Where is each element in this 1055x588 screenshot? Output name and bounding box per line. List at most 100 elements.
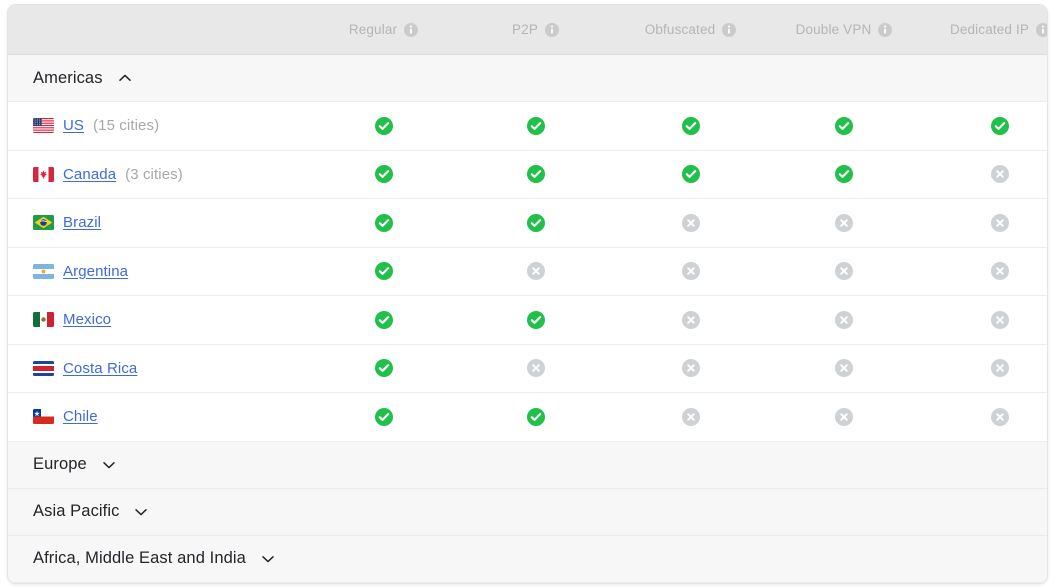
country-link[interactable]: Mexico — [63, 311, 111, 328]
status-available-icon — [374, 213, 393, 232]
status-cell — [613, 151, 768, 199]
status-cell — [309, 345, 458, 393]
status-available-icon — [526, 407, 545, 426]
status-cell — [768, 102, 920, 150]
status-cell — [458, 151, 613, 199]
status-available-icon — [526, 213, 545, 232]
section-header-europe[interactable]: Europe — [8, 441, 1047, 489]
table-body: Americas US (15 cities) Canada (3 cities… — [8, 55, 1047, 583]
status-cell — [613, 393, 768, 441]
status-unavailable-icon — [991, 165, 1009, 184]
city-count: (3 cities) — [125, 165, 183, 183]
status-available-icon — [681, 116, 700, 135]
chevron-down-icon[interactable] — [260, 551, 276, 567]
status-cell — [920, 393, 1047, 441]
status-cell — [768, 199, 920, 247]
column-header-regular: Regular — [309, 5, 458, 54]
status-unavailable-icon — [991, 359, 1009, 378]
status-cell — [768, 345, 920, 393]
country-link[interactable]: Costa Rica — [63, 360, 137, 377]
status-available-icon — [374, 262, 393, 281]
chevron-down-icon[interactable] — [101, 457, 117, 473]
status-cell — [458, 345, 613, 393]
status-cell — [920, 248, 1047, 296]
column-header-double-vpn: Double VPN — [768, 5, 920, 54]
status-cell — [309, 199, 458, 247]
flag-ar-icon — [33, 263, 54, 279]
server-feature-table: Regular P2P Obfuscated Double VPN Dedica… — [7, 4, 1048, 584]
status-available-icon — [526, 116, 545, 135]
status-available-icon — [681, 165, 700, 184]
info-icon[interactable] — [404, 22, 419, 37]
status-cell — [309, 151, 458, 199]
status-available-icon — [374, 116, 393, 135]
status-cell — [613, 199, 768, 247]
status-available-icon — [374, 165, 393, 184]
column-header-obfuscated: Obfuscated — [613, 5, 768, 54]
column-header-label: Regular — [348, 22, 398, 37]
table-row: Costa Rica — [8, 344, 1047, 393]
column-header-label: Dedicated IP — [949, 22, 1030, 37]
status-unavailable-icon — [991, 310, 1009, 329]
city-count: (15 cities) — [93, 117, 160, 135]
info-icon[interactable] — [544, 22, 559, 37]
flag-cl-icon — [33, 409, 54, 425]
status-unavailable-icon — [991, 407, 1009, 426]
column-header-label: P2P — [512, 22, 538, 37]
table-row: Chile — [8, 393, 1047, 442]
section-header-asia-pacific[interactable]: Asia Pacific — [8, 488, 1047, 536]
info-icon[interactable] — [1036, 22, 1048, 37]
status-cell — [768, 151, 920, 199]
status-available-icon — [835, 165, 853, 184]
flag-br-icon — [33, 215, 54, 231]
status-cell — [613, 296, 768, 344]
info-icon[interactable] — [878, 22, 893, 37]
column-header-label: Double VPN — [795, 22, 872, 37]
section-header-americas[interactable]: Americas — [8, 55, 1047, 102]
status-cell — [768, 296, 920, 344]
country-cell: Argentina — [8, 263, 309, 280]
flag-us-icon — [33, 118, 54, 134]
country-cell: US (15 cities) — [8, 117, 309, 134]
status-unavailable-icon — [835, 359, 853, 378]
status-available-icon — [526, 310, 545, 329]
status-available-icon — [991, 116, 1009, 135]
section-title: Asia Pacific — [33, 502, 120, 520]
status-cell — [613, 102, 768, 150]
status-unavailable-icon — [991, 213, 1009, 232]
status-cell — [613, 248, 768, 296]
status-cell — [309, 248, 458, 296]
country-link[interactable]: Chile — [63, 408, 98, 425]
status-unavailable-icon — [835, 310, 853, 329]
status-cell — [309, 393, 458, 441]
table-header-row: Regular P2P Obfuscated Double VPN Dedica… — [8, 5, 1047, 55]
status-unavailable-icon — [681, 310, 700, 329]
status-unavailable-icon — [681, 407, 700, 426]
chevron-up-icon[interactable] — [117, 70, 133, 86]
status-available-icon — [526, 165, 545, 184]
status-unavailable-icon — [681, 262, 700, 281]
status-cell — [920, 151, 1047, 199]
section-header-africa-middle-east-and-india[interactable]: Africa, Middle East and India — [8, 535, 1047, 583]
section-title: Africa, Middle East and India — [33, 549, 246, 567]
status-cell — [768, 393, 920, 441]
country-link[interactable]: Canada — [63, 166, 116, 183]
chevron-down-icon[interactable] — [133, 504, 149, 520]
country-cell: Costa Rica — [8, 360, 309, 377]
country-cell: Canada (3 cities) — [8, 166, 309, 183]
status-unavailable-icon — [991, 262, 1009, 281]
table-row: Canada (3 cities) — [8, 150, 1047, 199]
section-title: Europe — [33, 455, 87, 473]
status-cell — [458, 199, 613, 247]
status-cell — [613, 345, 768, 393]
status-unavailable-icon — [681, 359, 700, 378]
status-available-icon — [374, 407, 393, 426]
country-link[interactable]: Argentina — [63, 263, 128, 280]
country-link[interactable]: US — [63, 117, 84, 134]
flag-cr-icon — [33, 360, 54, 376]
info-icon[interactable] — [722, 22, 737, 37]
status-cell — [920, 345, 1047, 393]
status-cell — [458, 102, 613, 150]
status-available-icon — [374, 310, 393, 329]
country-link[interactable]: Brazil — [63, 214, 101, 231]
